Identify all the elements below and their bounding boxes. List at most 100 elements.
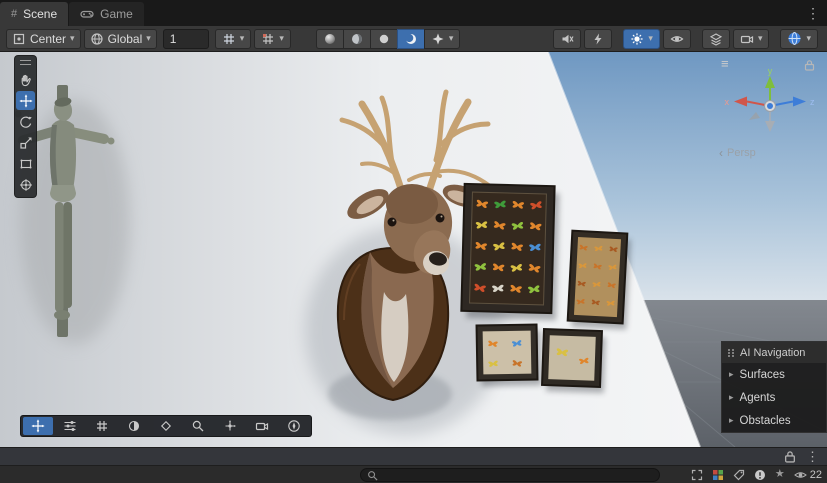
statusbar-icons: ★ 22 bbox=[691, 466, 822, 483]
search-input[interactable] bbox=[383, 469, 653, 481]
search-field[interactable] bbox=[360, 468, 660, 482]
transform-tool-button[interactable] bbox=[16, 175, 35, 194]
chevron-down-icon: ▾ bbox=[239, 33, 245, 43]
butterfly-case-right[interactable] bbox=[566, 229, 631, 330]
tab-scene[interactable]: # Scene bbox=[0, 2, 69, 26]
scene-view-options-dropdown[interactable]: ▾ bbox=[780, 28, 818, 49]
layers-button[interactable] bbox=[701, 28, 730, 49]
foldout-arrow-icon: ▸ bbox=[729, 415, 734, 425]
overlay-grid-button[interactable] bbox=[87, 417, 117, 435]
compass-icon bbox=[287, 419, 301, 433]
tab-scene-label: Scene bbox=[23, 7, 58, 21]
view-tool-button[interactable] bbox=[16, 70, 35, 89]
chevron-down-icon: ▾ bbox=[648, 33, 653, 43]
lightning-icon bbox=[591, 32, 605, 46]
chevron-down-icon: ▾ bbox=[146, 33, 151, 43]
tag-icon[interactable] bbox=[733, 469, 745, 481]
butterfly-case-small-right[interactable] bbox=[541, 327, 606, 394]
scene-visibility-button[interactable] bbox=[662, 28, 691, 49]
star-icon[interactable]: ★ bbox=[775, 469, 785, 480]
scene-lighting-toggle[interactable] bbox=[342, 28, 370, 49]
visibility-count[interactable]: 22 bbox=[793, 469, 822, 481]
crescent-icon bbox=[404, 32, 418, 46]
shading-mode-button[interactable] bbox=[315, 28, 343, 49]
scene-toolbar-overlay bbox=[20, 415, 312, 437]
scale-icon bbox=[19, 136, 33, 150]
foldout-arrow-icon: ▸ bbox=[729, 369, 734, 379]
pivot-mode-dropdown[interactable]: Center ▾ bbox=[6, 28, 81, 49]
tabbar-menu-icon[interactable]: ⋮ bbox=[806, 5, 820, 22]
scale-tool-button[interactable] bbox=[16, 133, 35, 152]
eye-icon bbox=[670, 32, 684, 46]
grid-icon bbox=[95, 419, 109, 433]
snap-increment-input[interactable] bbox=[162, 28, 209, 49]
butterfly-case-small-left[interactable] bbox=[475, 323, 542, 387]
globe-icon bbox=[90, 32, 104, 46]
packages-icon[interactable] bbox=[712, 469, 724, 481]
orientation-dropdown[interactable]: Global ▾ bbox=[83, 28, 157, 49]
search-icon bbox=[367, 470, 378, 481]
ai-nav-item-label: Obstacles bbox=[739, 414, 791, 427]
grid-snap-dropdown[interactable]: ▾ bbox=[254, 28, 291, 49]
overlay-camera-button[interactable] bbox=[247, 417, 277, 435]
butterfly-case-large[interactable] bbox=[460, 182, 560, 321]
move-tool-button[interactable] bbox=[16, 91, 35, 110]
pivot-center-icon bbox=[12, 32, 26, 46]
toolbar-right-group: ▾ ▾ ▾ bbox=[553, 28, 821, 49]
orientation-gizmo: ≡ y x z ‹ Persp bbox=[687, 54, 819, 166]
diamond-icon bbox=[159, 419, 173, 433]
maximize-icon[interactable] bbox=[691, 469, 703, 481]
overlay-move-button[interactable] bbox=[23, 417, 53, 435]
ai-nav-item-agents[interactable]: ▸ Agents bbox=[722, 386, 826, 409]
tab-game[interactable]: Game bbox=[69, 2, 144, 26]
pivot-move-icon bbox=[223, 419, 237, 433]
chevron-down-icon: ▾ bbox=[448, 33, 454, 43]
layers-icon bbox=[709, 32, 723, 46]
transform-icon bbox=[19, 178, 33, 192]
status-bar: ★ 22 bbox=[0, 465, 827, 483]
overlay-align-button[interactable] bbox=[55, 417, 85, 435]
gamepad-icon bbox=[80, 7, 94, 21]
overlay-isolate-button[interactable] bbox=[151, 417, 181, 435]
scene-viewport[interactable]: ≡ y x z ‹ Persp AI Navigation ▸ Surfaces… bbox=[0, 52, 827, 447]
ai-navigation-title: AI Navigation bbox=[740, 346, 806, 359]
ai-nav-item-label: Surfaces bbox=[739, 368, 785, 381]
tab-game-label: Game bbox=[100, 7, 133, 21]
overlay-pivot-button[interactable] bbox=[215, 417, 245, 435]
particles-toggle-button[interactable] bbox=[584, 28, 613, 49]
panel-header-bar: ⋮ bbox=[0, 447, 827, 465]
scene-lighting-dropdown[interactable]: ▾ bbox=[623, 28, 660, 49]
ai-nav-item-surfaces[interactable]: ▸ Surfaces bbox=[722, 363, 826, 386]
alert-icon[interactable] bbox=[754, 469, 766, 481]
scene-audio-toggle[interactable] bbox=[369, 28, 397, 49]
rotate-tool-button[interactable] bbox=[16, 112, 35, 131]
chevron-down-icon: ▾ bbox=[806, 33, 811, 43]
projection-toggle[interactable]: ‹ Persp bbox=[719, 146, 756, 160]
overlay-render-button[interactable] bbox=[119, 417, 149, 435]
grid-snap-icon bbox=[261, 32, 275, 46]
view-options-group: ▾ bbox=[315, 28, 461, 49]
pivot-mode-label: Center bbox=[30, 31, 67, 46]
audio-mute-button[interactable] bbox=[553, 28, 582, 49]
sun-icon bbox=[630, 32, 644, 46]
lock-icon[interactable] bbox=[784, 450, 796, 463]
axis-gizmo[interactable]: y x z bbox=[687, 66, 819, 144]
gizmo-collapse-icon: ‹ bbox=[719, 146, 723, 160]
scene-toolbar: Center ▾ Global ▾ ▾ ▾ ▾ bbox=[0, 26, 827, 52]
ai-nav-item-obstacles[interactable]: ▸ Obstacles bbox=[722, 409, 826, 432]
ai-navigation-header[interactable]: AI Navigation bbox=[722, 342, 826, 363]
overlay-drag-handle[interactable] bbox=[20, 60, 31, 65]
camera-settings-dropdown[interactable]: ▾ bbox=[732, 28, 770, 49]
overlay-search-button[interactable] bbox=[183, 417, 213, 435]
effects-dropdown[interactable]: ▾ bbox=[423, 28, 461, 49]
scene-fx-toggle[interactable] bbox=[396, 28, 424, 49]
chevron-down-icon: ▾ bbox=[757, 33, 763, 43]
rect-tool-button[interactable] bbox=[16, 154, 35, 173]
overlay-navigate-button[interactable] bbox=[279, 417, 309, 435]
ai-nav-item-label: Agents bbox=[739, 391, 776, 404]
shaded-sphere-icon bbox=[323, 32, 337, 46]
scene-grid-icon: # bbox=[11, 8, 18, 20]
projection-label: Persp bbox=[727, 147, 756, 159]
search-icon bbox=[191, 419, 205, 433]
grid-visibility-dropdown[interactable]: ▾ bbox=[214, 28, 252, 49]
